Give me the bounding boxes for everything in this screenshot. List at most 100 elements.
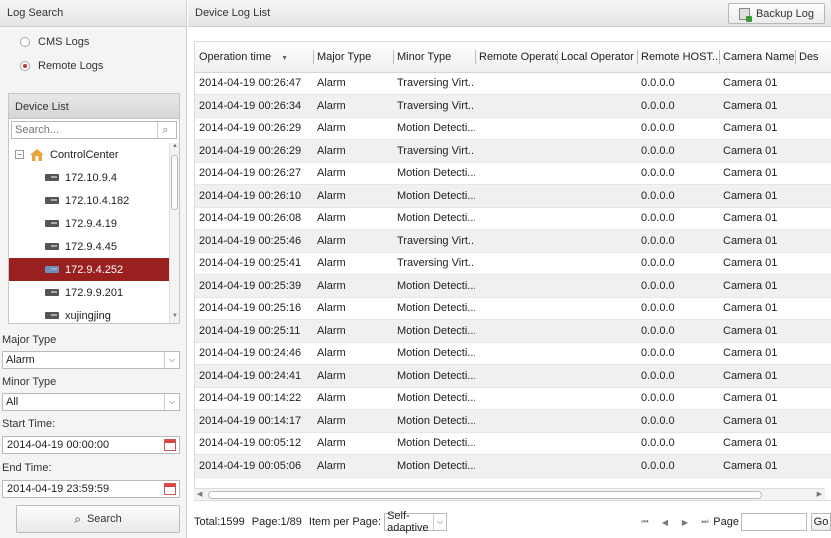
table-cell: [557, 297, 637, 320]
col-description[interactable]: Des: [795, 42, 831, 73]
device-search-input[interactable]: [12, 122, 157, 138]
table-row[interactable]: 2014-04-19 00:14:17 Alarm Motion Detecti..…: [195, 409, 831, 433]
table-row[interactable]: 2014-04-19 00:25:41 Alarm Traversing Virt.…: [195, 252, 831, 275]
table-cell: [795, 72, 831, 95]
table-cell: Alarm: [313, 229, 393, 253]
chevron-down-icon[interactable]: ⌵: [164, 352, 179, 368]
table-cell: [795, 432, 831, 455]
device-item[interactable]: 172.9.4.19: [9, 212, 169, 235]
home-icon: [30, 148, 44, 161]
backup-log-button[interactable]: Backup Log: [728, 3, 825, 24]
col-remote-operator[interactable]: Remote Operator: [475, 42, 557, 73]
per-page-select[interactable]: Self-adaptive ⌵: [384, 510, 448, 534]
device-list-scrollbar[interactable]: ▲ ▼: [169, 143, 179, 323]
table-cell: Traversing Virt...: [393, 94, 475, 118]
device-tree: − ControlCenter 172.10.9.4 172.10.4.182 …: [9, 143, 169, 323]
table-cell: 0.0.0.0: [637, 252, 719, 275]
device-item-selected[interactable]: 172.9.4.252: [9, 258, 169, 281]
table-hscrollbar[interactable]: ◀ ▶: [194, 488, 825, 500]
table-row[interactable]: 2014-04-19 00:25:39 Alarm Motion Detecti..…: [195, 274, 831, 298]
table-row[interactable]: 2014-04-19 00:14:22 Alarm Motion Detecti..…: [195, 387, 831, 410]
calendar-icon[interactable]: [164, 439, 176, 451]
table-row[interactable]: 2014-04-19 00:26:08 Alarm Motion Detecti..…: [195, 207, 831, 230]
table-cell: Traversing Virt...: [393, 229, 475, 253]
next-page-icon[interactable]: ▶: [675, 518, 695, 527]
first-page-icon[interactable]: ⏮: [635, 517, 655, 527]
col-major-type[interactable]: Major Type: [313, 42, 393, 73]
scroll-thumb[interactable]: [171, 155, 178, 210]
col-remote-host[interactable]: Remote HOST...: [637, 42, 719, 73]
table-cell: 0.0.0.0: [637, 117, 719, 140]
major-type-select[interactable]: Alarm ⌵: [2, 351, 180, 369]
table-row[interactable]: 2014-04-19 00:26:47 Alarm Traversing Virt.…: [195, 72, 831, 95]
calendar-icon[interactable]: [164, 483, 176, 495]
scroll-right-icon[interactable]: ▶: [817, 490, 822, 498]
table-cell: Motion Detecti...: [393, 432, 475, 455]
device-list: ⌕ − ControlCenter 172.10.9.4 172.10.4.18…: [8, 119, 180, 324]
search-icon[interactable]: ⌕: [157, 122, 173, 138]
table-row[interactable]: 2014-04-19 00:26:10 Alarm Motion Detecti..…: [195, 184, 831, 208]
table-cell: Alarm: [313, 207, 393, 230]
scroll-down-icon[interactable]: ▼: [170, 313, 180, 323]
last-page-icon[interactable]: ⏭: [695, 517, 715, 527]
table-cell: [795, 139, 831, 163]
table-row[interactable]: 2014-04-19 00:25:16 Alarm Motion Detecti..…: [195, 297, 831, 320]
table-cell: Alarm: [313, 432, 393, 455]
device-log-title: Device Log List: [195, 7, 271, 19]
table-row[interactable]: 2014-04-19 00:24:41 Alarm Motion Detecti..…: [195, 364, 831, 388]
table-row[interactable]: 2014-04-19 00:05:06 Alarm Motion Detecti..…: [195, 454, 831, 478]
device-label: 172.9.9.201: [65, 286, 124, 299]
start-time-field[interactable]: 2014-04-19 00:00:00: [2, 436, 180, 454]
table-cell: 2014-04-19 00:24:46: [195, 342, 313, 365]
hscroll-thumb[interactable]: [208, 491, 762, 499]
table-cell: 0.0.0.0: [637, 319, 719, 343]
chevron-down-icon[interactable]: ⌵: [164, 394, 179, 410]
collapse-icon[interactable]: −: [15, 150, 24, 159]
table-cell: Motion Detecti...: [393, 184, 475, 208]
table-row[interactable]: 2014-04-19 00:26:29 Alarm Traversing Virt.…: [195, 139, 831, 163]
device-item[interactable]: 172.9.9.201: [9, 281, 169, 304]
log-table: Operation time ▼ Major Type Minor Type Re…: [194, 41, 831, 501]
col-minor-type[interactable]: Minor Type: [393, 42, 475, 73]
device-item[interactable]: 172.10.9.4: [9, 166, 169, 189]
table-row[interactable]: 2014-04-19 00:26:34 Alarm Traversing Virt.…: [195, 94, 831, 118]
table-cell: [795, 207, 831, 230]
tree-root[interactable]: − ControlCenter: [9, 143, 169, 166]
col-operation-time[interactable]: Operation time ▼: [195, 42, 313, 73]
go-button[interactable]: Go: [811, 513, 831, 531]
minor-type-select[interactable]: All ⌵: [2, 393, 180, 411]
device-item[interactable]: xujingjing: [9, 304, 169, 327]
table-cell: [557, 409, 637, 433]
sort-desc-icon[interactable]: ▼: [281, 55, 288, 62]
col-camera-name[interactable]: Camera Name: [719, 42, 795, 73]
radio-icon: [20, 37, 30, 47]
cms-logs-radio[interactable]: CMS Logs: [0, 31, 186, 53]
table-row[interactable]: 2014-04-19 00:26:29 Alarm Motion Detecti..…: [195, 117, 831, 140]
table-row[interactable]: 2014-04-19 00:25:11 Alarm Motion Detecti..…: [195, 319, 831, 343]
table-row[interactable]: 2014-04-19 00:24:46 Alarm Motion Detecti..…: [195, 342, 831, 365]
end-time-field[interactable]: 2014-04-19 23:59:59: [2, 480, 180, 498]
scroll-left-icon[interactable]: ◀: [197, 490, 202, 498]
table-cell: [557, 184, 637, 208]
table-row[interactable]: 2014-04-19 00:26:27 Alarm Motion Detecti..…: [195, 162, 831, 185]
device-item[interactable]: 172.9.4.45: [9, 235, 169, 258]
chevron-down-icon[interactable]: ⌵: [433, 514, 446, 530]
table-cell: 2014-04-19 00:26:27: [195, 162, 313, 185]
minor-type-label: Minor Type: [2, 376, 57, 388]
table-cell: Alarm: [313, 409, 393, 433]
device-label: 172.9.4.45: [65, 240, 117, 253]
device-search[interactable]: ⌕: [11, 121, 177, 139]
device-item[interactable]: 172.10.4.182: [9, 189, 169, 212]
page-number-input[interactable]: [741, 513, 807, 531]
scroll-up-icon[interactable]: ▲: [170, 143, 180, 153]
pager-controls: ⏮ ◀ ▶ ⏭: [635, 511, 715, 533]
prev-page-icon[interactable]: ◀: [655, 518, 675, 527]
table-cell: [795, 409, 831, 433]
table-row[interactable]: 2014-04-19 00:25:46 Alarm Traversing Virt.…: [195, 229, 831, 253]
col-local-operator[interactable]: Local Operator: [557, 42, 637, 73]
table-row[interactable]: 2014-04-19 00:05:12 Alarm Motion Detecti..…: [195, 432, 831, 455]
search-button[interactable]: ⌕ Search: [16, 505, 180, 533]
device-icon: [45, 174, 59, 181]
backup-log-label: Backup Log: [755, 7, 815, 20]
remote-logs-radio[interactable]: Remote Logs: [0, 55, 186, 77]
